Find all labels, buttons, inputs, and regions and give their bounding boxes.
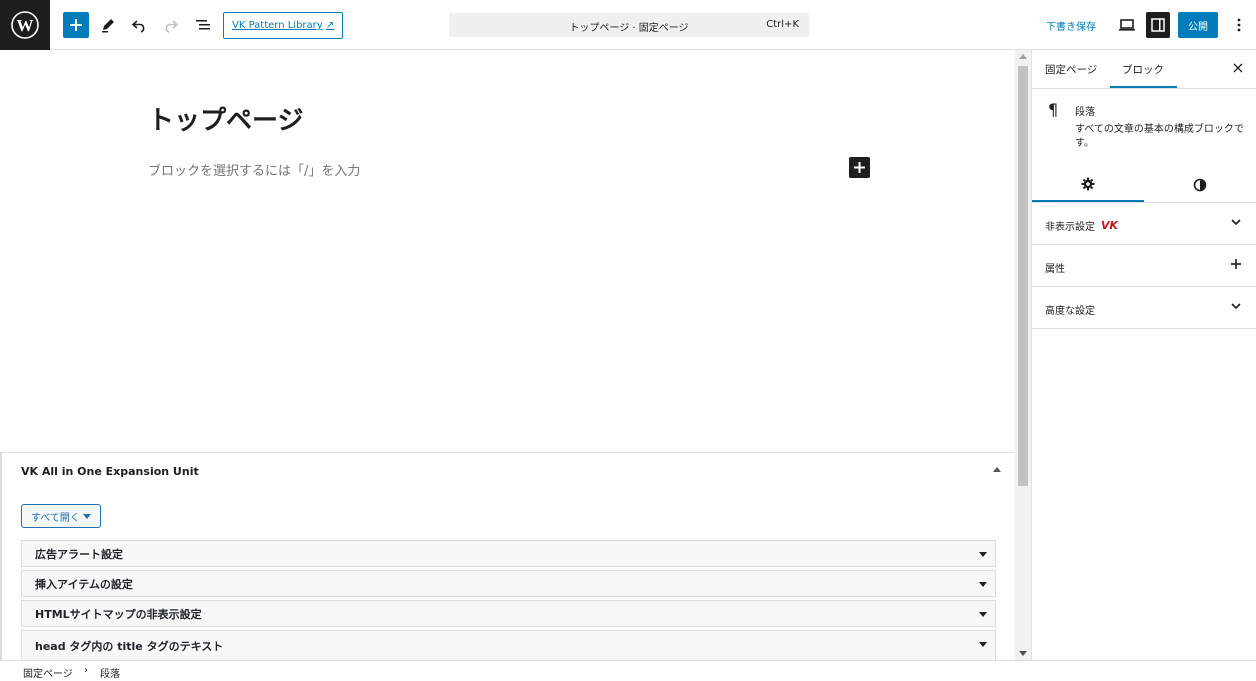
close-icon[interactable]: × [1230, 58, 1246, 78]
settings-sidebar-toggle[interactable] [1146, 12, 1170, 38]
panel-label: 非表示設定 [1045, 222, 1095, 233]
block-name: 段落 [1075, 107, 1095, 118]
metabox-row-label: 広告アラート設定 [35, 547, 123, 561]
undo-button[interactable] [126, 12, 152, 38]
expand-all-button[interactable]: すべて開く [21, 504, 101, 528]
tab-block[interactable]: ブロック [1122, 62, 1164, 77]
metabox-title: VK All in One Expansion Unit [21, 465, 199, 478]
metabox-row-insert-items[interactable]: 挿入アイテムの設定 [21, 570, 996, 597]
tabs-divider [1032, 88, 1256, 89]
triangle-down-icon [979, 552, 987, 557]
expand-all-label: すべて開く [31, 512, 80, 524]
collapse-metabox-icon[interactable] [993, 467, 1001, 472]
scroll-thumb[interactable] [1018, 66, 1028, 486]
breadcrumb-separator-icon: › [84, 665, 88, 676]
plus-icon [854, 162, 865, 173]
triangle-down-icon [979, 612, 987, 617]
chevron-down-icon [1231, 303, 1241, 310]
list-view-icon [196, 20, 210, 30]
editor-header: W VK Pattern Library ↗ トップページ · 固定ページ Ct… [0, 0, 1256, 50]
breadcrumb-block[interactable]: 段落 [100, 665, 120, 680]
metabox-row-html-sitemap[interactable]: HTMLサイトマップの非表示設定 [21, 600, 996, 627]
svg-text:W: W [17, 16, 34, 35]
sidebar-icon [1151, 18, 1165, 32]
gear-icon [1081, 177, 1095, 191]
pencil-icon [102, 19, 114, 33]
panel-hide-settings[interactable]: 非表示設定 VK [1032, 203, 1256, 245]
plus-icon [70, 19, 82, 31]
triangle-down-icon [979, 582, 987, 587]
paragraph-placeholder[interactable]: ブロックを選択するには「/」を入力 [148, 160, 360, 179]
post-title[interactable]: トップページ [148, 100, 303, 137]
scroll-up-arrow[interactable] [1019, 54, 1027, 59]
block-description: すべての文章の基本の構成ブロックです。 [1075, 124, 1244, 149]
external-link-icon: ↗ [325, 20, 335, 31]
half-circle-icon [1193, 178, 1207, 192]
metabox-row-title-tag[interactable]: head タグ内の title タグのテキスト [21, 630, 996, 660]
save-draft-button[interactable]: 下書き保存 [1046, 18, 1096, 33]
metabox-row-label: HTMLサイトマップの非表示設定 [35, 607, 202, 621]
document-overview-button[interactable] [190, 12, 216, 38]
vk-pattern-library-link[interactable]: VK Pattern Library ↗ [223, 12, 344, 39]
desktop-icon [1119, 19, 1135, 31]
metabox-row-label: head タグ内の title タグのテキスト [35, 639, 224, 653]
tab-block-styles[interactable] [1144, 168, 1256, 202]
preview-button[interactable] [1114, 12, 1140, 38]
undo-icon [131, 20, 145, 33]
panel-advanced[interactable]: 高度な設定 [1032, 287, 1256, 329]
triangle-down-icon [979, 642, 987, 647]
block-breadcrumb: 固定ページ › 段落 [0, 660, 1256, 681]
vk-pattern-library-label: VK Pattern Library [232, 20, 323, 31]
vk-logo-icon: VK [1101, 219, 1119, 232]
inline-add-block-button[interactable] [849, 157, 870, 178]
metabox-row-label: 挿入アイテムの設定 [35, 577, 133, 591]
redo-icon [165, 20, 179, 33]
panel-label: 高度な設定 [1045, 306, 1095, 317]
scroll-down-arrow[interactable] [1019, 651, 1027, 656]
panel-attributes[interactable]: 属性 [1032, 245, 1256, 287]
settings-sidebar: 固定ページ ブロック × ¶ 段落 すべての文章の基本の構成ブロックです。 非表… [1031, 50, 1256, 660]
vk-metabox: VK All in One Expansion Unit すべて開く 広告アラー… [2, 452, 1015, 660]
redo-button[interactable] [158, 12, 184, 38]
options-menu-button[interactable] [1226, 12, 1252, 38]
chevron-down-icon [1231, 219, 1241, 226]
wordpress-logo-icon[interactable]: W [0, 0, 50, 50]
metabox-row-ad-alert[interactable]: 広告アラート設定 [21, 540, 996, 567]
tools-button[interactable] [95, 12, 121, 38]
tab-block-settings[interactable] [1032, 168, 1144, 202]
plus-icon [1231, 259, 1241, 269]
tab-page[interactable]: 固定ページ [1045, 62, 1097, 77]
paragraph-icon: ¶ [1048, 100, 1059, 119]
document-title: トップページ · 固定ページ [569, 23, 689, 34]
panel-label: 属性 [1045, 264, 1065, 275]
publish-button[interactable]: 公開 [1178, 12, 1218, 38]
keyboard-shortcut: Ctrl+K [766, 19, 799, 30]
add-block-button[interactable] [63, 12, 89, 38]
canvas-scrollbar[interactable] [1015, 50, 1031, 660]
more-vertical-icon [1237, 18, 1241, 32]
breadcrumb-page[interactable]: 固定ページ [23, 665, 73, 680]
caret-down-icon [82, 513, 91, 519]
command-palette-bar[interactable]: トップページ · 固定ページ Ctrl+K [449, 13, 809, 37]
